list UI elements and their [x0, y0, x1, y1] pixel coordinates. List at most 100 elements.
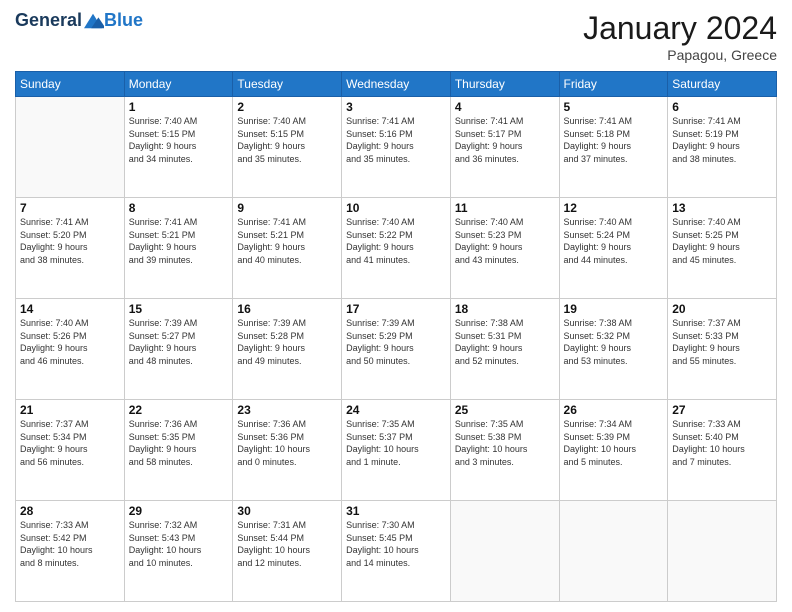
weekday-thursday: Thursday — [450, 72, 559, 97]
day-number: 17 — [346, 302, 446, 316]
day-number: 29 — [129, 504, 229, 518]
calendar-cell: 8Sunrise: 7:41 AM Sunset: 5:21 PM Daylig… — [124, 198, 233, 299]
day-number: 18 — [455, 302, 555, 316]
day-info: Sunrise: 7:37 AM Sunset: 5:34 PM Dayligh… — [20, 418, 120, 468]
day-info: Sunrise: 7:41 AM Sunset: 5:18 PM Dayligh… — [564, 115, 664, 165]
day-info: Sunrise: 7:40 AM Sunset: 5:24 PM Dayligh… — [564, 216, 664, 266]
day-number: 9 — [237, 201, 337, 215]
week-row-0: 1Sunrise: 7:40 AM Sunset: 5:15 PM Daylig… — [16, 97, 777, 198]
day-info: Sunrise: 7:33 AM Sunset: 5:40 PM Dayligh… — [672, 418, 772, 468]
day-info: Sunrise: 7:35 AM Sunset: 5:38 PM Dayligh… — [455, 418, 555, 468]
logo-blue: Blue — [104, 10, 143, 30]
day-number: 7 — [20, 201, 120, 215]
calendar-cell: 7Sunrise: 7:41 AM Sunset: 5:20 PM Daylig… — [16, 198, 125, 299]
calendar-cell: 18Sunrise: 7:38 AM Sunset: 5:31 PM Dayli… — [450, 299, 559, 400]
day-number: 28 — [20, 504, 120, 518]
calendar-cell: 13Sunrise: 7:40 AM Sunset: 5:25 PM Dayli… — [668, 198, 777, 299]
weekday-wednesday: Wednesday — [342, 72, 451, 97]
week-row-4: 28Sunrise: 7:33 AM Sunset: 5:42 PM Dayli… — [16, 501, 777, 602]
day-info: Sunrise: 7:39 AM Sunset: 5:29 PM Dayligh… — [346, 317, 446, 367]
day-number: 6 — [672, 100, 772, 114]
day-info: Sunrise: 7:33 AM Sunset: 5:42 PM Dayligh… — [20, 519, 120, 569]
calendar-cell: 1Sunrise: 7:40 AM Sunset: 5:15 PM Daylig… — [124, 97, 233, 198]
day-number: 30 — [237, 504, 337, 518]
day-info: Sunrise: 7:36 AM Sunset: 5:35 PM Dayligh… — [129, 418, 229, 468]
month-title: January 2024 — [583, 10, 777, 47]
header: General Blue January 2024 Papagou, Greece — [15, 10, 777, 63]
calendar-cell: 22Sunrise: 7:36 AM Sunset: 5:35 PM Dayli… — [124, 400, 233, 501]
calendar-cell: 3Sunrise: 7:41 AM Sunset: 5:16 PM Daylig… — [342, 97, 451, 198]
calendar-cell: 15Sunrise: 7:39 AM Sunset: 5:27 PM Dayli… — [124, 299, 233, 400]
logo-general: General — [15, 10, 82, 31]
day-number: 8 — [129, 201, 229, 215]
weekday-tuesday: Tuesday — [233, 72, 342, 97]
calendar-cell: 28Sunrise: 7:33 AM Sunset: 5:42 PM Dayli… — [16, 501, 125, 602]
day-number: 14 — [20, 302, 120, 316]
title-block: January 2024 Papagou, Greece — [583, 10, 777, 63]
calendar-cell: 4Sunrise: 7:41 AM Sunset: 5:17 PM Daylig… — [450, 97, 559, 198]
calendar-cell: 21Sunrise: 7:37 AM Sunset: 5:34 PM Dayli… — [16, 400, 125, 501]
day-number: 20 — [672, 302, 772, 316]
day-number: 15 — [129, 302, 229, 316]
weekday-sunday: Sunday — [16, 72, 125, 97]
calendar-cell: 20Sunrise: 7:37 AM Sunset: 5:33 PM Dayli… — [668, 299, 777, 400]
calendar: SundayMondayTuesdayWednesdayThursdayFrid… — [15, 71, 777, 602]
day-info: Sunrise: 7:40 AM Sunset: 5:26 PM Dayligh… — [20, 317, 120, 367]
day-number: 19 — [564, 302, 664, 316]
day-info: Sunrise: 7:41 AM Sunset: 5:21 PM Dayligh… — [237, 216, 337, 266]
weekday-friday: Friday — [559, 72, 668, 97]
subtitle: Papagou, Greece — [583, 47, 777, 63]
day-number: 27 — [672, 403, 772, 417]
calendar-cell: 29Sunrise: 7:32 AM Sunset: 5:43 PM Dayli… — [124, 501, 233, 602]
day-info: Sunrise: 7:41 AM Sunset: 5:21 PM Dayligh… — [129, 216, 229, 266]
calendar-cell: 12Sunrise: 7:40 AM Sunset: 5:24 PM Dayli… — [559, 198, 668, 299]
calendar-cell: 24Sunrise: 7:35 AM Sunset: 5:37 PM Dayli… — [342, 400, 451, 501]
calendar-cell: 31Sunrise: 7:30 AM Sunset: 5:45 PM Dayli… — [342, 501, 451, 602]
day-info: Sunrise: 7:37 AM Sunset: 5:33 PM Dayligh… — [672, 317, 772, 367]
calendar-cell: 30Sunrise: 7:31 AM Sunset: 5:44 PM Dayli… — [233, 501, 342, 602]
calendar-cell: 2Sunrise: 7:40 AM Sunset: 5:15 PM Daylig… — [233, 97, 342, 198]
day-info: Sunrise: 7:40 AM Sunset: 5:22 PM Dayligh… — [346, 216, 446, 266]
day-info: Sunrise: 7:31 AM Sunset: 5:44 PM Dayligh… — [237, 519, 337, 569]
day-info: Sunrise: 7:41 AM Sunset: 5:17 PM Dayligh… — [455, 115, 555, 165]
logo: General Blue — [15, 10, 143, 31]
calendar-cell: 14Sunrise: 7:40 AM Sunset: 5:26 PM Dayli… — [16, 299, 125, 400]
day-number: 26 — [564, 403, 664, 417]
day-number: 2 — [237, 100, 337, 114]
calendar-cell: 16Sunrise: 7:39 AM Sunset: 5:28 PM Dayli… — [233, 299, 342, 400]
calendar-cell — [559, 501, 668, 602]
calendar-body: 1Sunrise: 7:40 AM Sunset: 5:15 PM Daylig… — [16, 97, 777, 602]
day-number: 1 — [129, 100, 229, 114]
day-info: Sunrise: 7:40 AM Sunset: 5:25 PM Dayligh… — [672, 216, 772, 266]
day-info: Sunrise: 7:32 AM Sunset: 5:43 PM Dayligh… — [129, 519, 229, 569]
day-number: 4 — [455, 100, 555, 114]
day-info: Sunrise: 7:34 AM Sunset: 5:39 PM Dayligh… — [564, 418, 664, 468]
calendar-cell: 25Sunrise: 7:35 AM Sunset: 5:38 PM Dayli… — [450, 400, 559, 501]
calendar-cell: 17Sunrise: 7:39 AM Sunset: 5:29 PM Dayli… — [342, 299, 451, 400]
calendar-cell: 19Sunrise: 7:38 AM Sunset: 5:32 PM Dayli… — [559, 299, 668, 400]
day-info: Sunrise: 7:41 AM Sunset: 5:20 PM Dayligh… — [20, 216, 120, 266]
day-info: Sunrise: 7:38 AM Sunset: 5:32 PM Dayligh… — [564, 317, 664, 367]
day-number: 16 — [237, 302, 337, 316]
day-info: Sunrise: 7:30 AM Sunset: 5:45 PM Dayligh… — [346, 519, 446, 569]
day-number: 12 — [564, 201, 664, 215]
day-number: 21 — [20, 403, 120, 417]
day-info: Sunrise: 7:41 AM Sunset: 5:16 PM Dayligh… — [346, 115, 446, 165]
calendar-cell: 6Sunrise: 7:41 AM Sunset: 5:19 PM Daylig… — [668, 97, 777, 198]
page: General Blue January 2024 Papagou, Greece… — [0, 0, 792, 612]
day-info: Sunrise: 7:41 AM Sunset: 5:19 PM Dayligh… — [672, 115, 772, 165]
weekday-monday: Monday — [124, 72, 233, 97]
day-number: 23 — [237, 403, 337, 417]
day-number: 13 — [672, 201, 772, 215]
day-info: Sunrise: 7:39 AM Sunset: 5:28 PM Dayligh… — [237, 317, 337, 367]
week-row-1: 7Sunrise: 7:41 AM Sunset: 5:20 PM Daylig… — [16, 198, 777, 299]
day-number: 24 — [346, 403, 446, 417]
calendar-cell — [16, 97, 125, 198]
day-number: 11 — [455, 201, 555, 215]
logo-text: General Blue — [15, 10, 143, 31]
calendar-cell — [668, 501, 777, 602]
day-number: 31 — [346, 504, 446, 518]
day-number: 22 — [129, 403, 229, 417]
day-info: Sunrise: 7:36 AM Sunset: 5:36 PM Dayligh… — [237, 418, 337, 468]
calendar-cell: 10Sunrise: 7:40 AM Sunset: 5:22 PM Dayli… — [342, 198, 451, 299]
